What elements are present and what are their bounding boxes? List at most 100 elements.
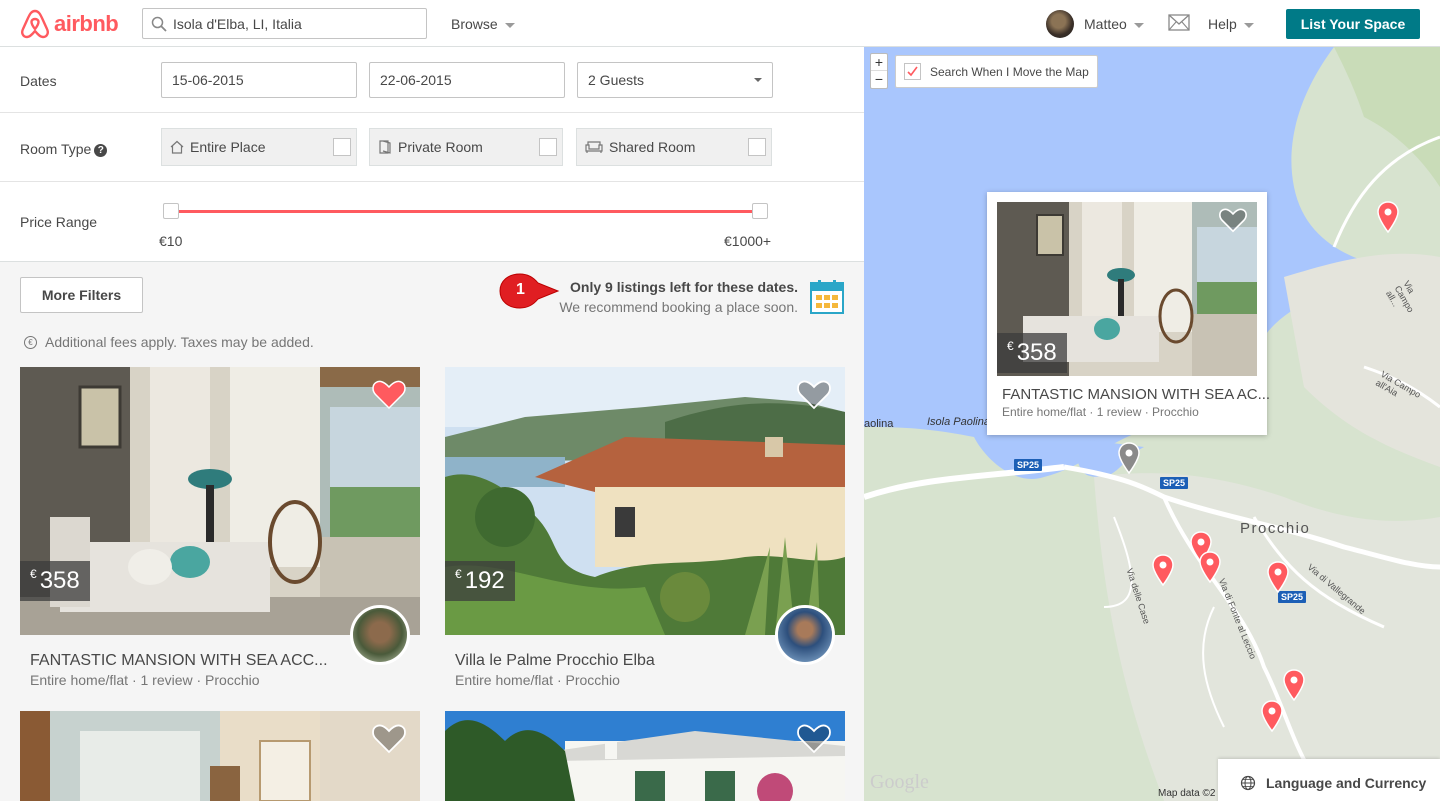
map-pin-icon[interactable] (1198, 551, 1222, 583)
list-your-space-button[interactable]: List Your Space (1286, 9, 1420, 39)
top-nav: airbnb Browse Matteo Help List Your Spac… (0, 0, 1440, 47)
divider (0, 181, 864, 182)
avatar (1046, 10, 1074, 38)
room-type-label: Room Type? (20, 141, 108, 157)
heart-outline-icon[interactable] (1219, 208, 1247, 233)
listing-card[interactable]: € 192 Villa le Palme Procchio Elba Entir… (445, 367, 845, 688)
dates-label: Dates (20, 73, 57, 89)
speech-bubble-icon (499, 273, 560, 309)
map-place-label: Isola Paolina (927, 416, 990, 428)
price-tag: € 192 (445, 561, 515, 601)
chevron-down-icon (1133, 22, 1144, 28)
chevron-down-icon (504, 22, 515, 28)
zoom-controls[interactable]: + − (870, 53, 888, 89)
guests-value: 2 Guests (588, 72, 645, 88)
euro-circle-icon: € (24, 335, 37, 349)
heart-outline-icon[interactable] (372, 724, 406, 754)
listing-photo[interactable]: € 358 (20, 367, 420, 635)
map-attribution[interactable]: Map data ©2 (1158, 788, 1215, 799)
listing-count-badge: 1 (498, 271, 560, 311)
price-tag: € 358 (997, 333, 1067, 373)
question-mark-icon[interactable]: ? (94, 144, 108, 157)
checkbox-checked[interactable] (904, 63, 921, 80)
listing-subtitle: Entire home/flat · Procchio (455, 672, 620, 688)
road-shield: SP25 (1014, 459, 1043, 471)
price-slider-max-handle[interactable] (752, 203, 768, 219)
listing-photo[interactable] (445, 711, 845, 801)
heart-outline-icon[interactable] (797, 724, 831, 754)
divider (0, 112, 864, 113)
chevron-down-icon (1243, 22, 1254, 28)
heart-filled-icon[interactable] (372, 380, 406, 410)
zoom-in-button[interactable]: + (871, 54, 887, 71)
map[interactable]: + − Search When I Move the Map aolina Is… (864, 47, 1440, 801)
room-type-entire-place[interactable]: Entire Place (161, 128, 357, 166)
calendar-icon (810, 280, 844, 314)
interior-photo-illustration (20, 711, 420, 801)
checkmark-icon (907, 66, 918, 77)
currency-symbol: € (1007, 339, 1014, 353)
checkin-field[interactable]: 15-06-2015 (161, 62, 357, 98)
location-search[interactable] (142, 8, 427, 39)
map-listing-popup[interactable]: € 358 FANTASTIC MANSION WITH SEA AC... E… (987, 192, 1270, 435)
host-avatar[interactable] (775, 605, 835, 665)
price-slider-track[interactable] (170, 210, 762, 213)
select-caret-icon (754, 78, 762, 82)
room-type-private-room[interactable]: Private Room (369, 128, 563, 166)
checkbox[interactable] (539, 138, 557, 156)
envelope-icon (1168, 14, 1190, 31)
listing-photo[interactable] (20, 711, 420, 801)
search-when-move-toggle[interactable]: Search When I Move the Map (895, 55, 1098, 88)
messages-button[interactable] (1168, 14, 1190, 36)
map-town-label: Procchio (1240, 520, 1311, 537)
user-menu[interactable]: Matteo (1046, 10, 1144, 38)
map-pin-icon[interactable] (1282, 669, 1306, 701)
checkbox[interactable] (748, 138, 766, 156)
urgency-title: Only 9 listings left for these dates. (570, 279, 798, 295)
checkout-field[interactable]: 22-06-2015 (369, 62, 565, 98)
map-pin-icon[interactable] (1151, 554, 1175, 586)
price-slider-min-handle[interactable] (163, 203, 179, 219)
language-currency-button[interactable]: Language and Currency (1218, 759, 1440, 801)
popup-photo[interactable]: € 358 (997, 202, 1257, 376)
home-icon (170, 140, 184, 154)
location-search-input[interactable] (173, 15, 413, 32)
price-min-label: €10 (159, 233, 183, 249)
user-name: Matteo (1084, 16, 1127, 32)
room-type-label-text: Private Room (398, 139, 483, 155)
map-pin-icon[interactable] (1260, 700, 1284, 732)
listing-photo[interactable]: € 192 (445, 367, 845, 635)
popup-listing-title[interactable]: FANTASTIC MANSION WITH SEA AC... (1002, 386, 1270, 403)
listing-card[interactable] (445, 711, 845, 801)
guests-select[interactable]: 2 Guests (577, 62, 773, 98)
listing-card[interactable] (20, 711, 420, 801)
room-type-shared-room[interactable]: Shared Room (576, 128, 772, 166)
room-type-label-text: Shared Room (609, 139, 696, 155)
map-pin-selected-icon[interactable] (1117, 442, 1141, 474)
price-amount: 358 (1016, 339, 1057, 366)
browse-menu[interactable]: Browse (451, 16, 515, 32)
google-logo[interactable]: Google (870, 771, 929, 794)
filters-panel: Dates 15-06-2015 22-06-2015 2 Guests Roo… (0, 47, 864, 262)
airbnb-logo[interactable]: airbnb (20, 8, 119, 40)
heart-outline-icon[interactable] (797, 380, 831, 410)
results-panel: Dates 15-06-2015 22-06-2015 2 Guests Roo… (0, 47, 864, 801)
house-photo-illustration (445, 711, 845, 801)
help-menu[interactable]: Help (1208, 16, 1254, 32)
map-pin-icon[interactable] (1266, 561, 1290, 593)
door-icon (379, 140, 391, 154)
fees-text: Additional fees apply. Taxes may be adde… (45, 334, 314, 350)
search-icon (151, 16, 167, 32)
badge-number: 1 (516, 281, 525, 298)
globe-icon (1240, 775, 1256, 791)
zoom-out-button[interactable]: − (871, 71, 887, 88)
currency-symbol: € (455, 567, 462, 581)
listing-card[interactable]: € 358 FANTASTIC MANSION WITH SEA ACC... … (20, 367, 420, 688)
checkbox[interactable] (333, 138, 351, 156)
price-amount: 192 (464, 567, 505, 594)
price-range-label: Price Range (20, 214, 98, 230)
map-pin-icon[interactable] (1376, 201, 1400, 233)
couch-icon (585, 141, 603, 153)
host-avatar[interactable] (350, 605, 410, 665)
more-filters-button[interactable]: More Filters (20, 277, 143, 313)
